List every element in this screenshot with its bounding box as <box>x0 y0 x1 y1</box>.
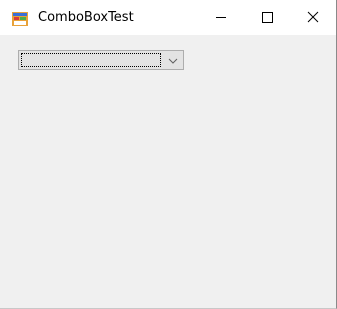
app-window-icon[interactable] <box>12 11 28 26</box>
title-bar[interactable]: ComboBoxTest <box>0 0 336 35</box>
chevron-down-icon[interactable] <box>165 53 181 67</box>
window-client-area <box>0 35 336 308</box>
combobox-focus-rectangle <box>21 53 161 67</box>
maximize-button[interactable] <box>244 0 290 35</box>
close-button[interactable] <box>290 0 336 35</box>
app-window: ComboBoxTest <box>0 0 337 309</box>
window-title: ComboBoxTest <box>38 10 134 25</box>
combobox[interactable] <box>18 50 184 70</box>
minimize-button[interactable] <box>198 0 244 35</box>
